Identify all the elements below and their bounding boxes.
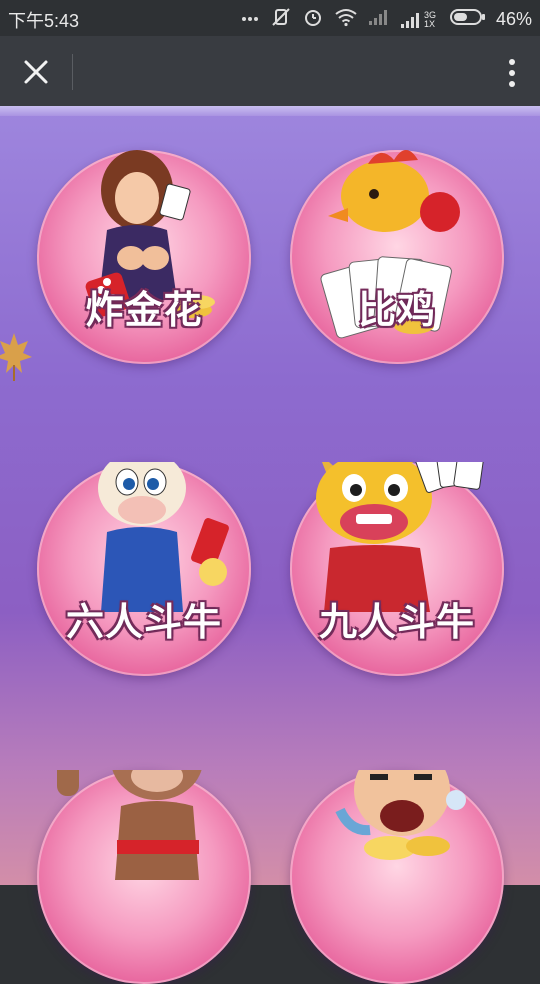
- game-card-3[interactable]: 六人斗牛: [37, 462, 251, 676]
- game-card-1[interactable]: 炸金花: [37, 150, 251, 364]
- more-vertical-icon: [506, 59, 518, 87]
- network-type-label: 3G 1X: [423, 9, 436, 29]
- status-bar: 下午5:43 3G 1X 46%: [0, 0, 540, 36]
- close-icon: [24, 60, 48, 84]
- status-icons: 3G 1X 46%: [240, 6, 532, 33]
- game-name: 六人斗牛: [65, 600, 222, 644]
- more-menu-button[interactable]: [506, 56, 518, 88]
- game-card-2[interactable]: 比鸡: [290, 150, 504, 364]
- game-card-6[interactable]: [290, 770, 504, 984]
- top-bar-divider: [72, 54, 73, 90]
- game-card-5[interactable]: [37, 770, 251, 984]
- wifi-icon: [334, 7, 358, 32]
- battery-icon: [449, 8, 486, 31]
- close-button[interactable]: [16, 52, 56, 92]
- alarm-icon: [302, 6, 324, 33]
- network-type-icon: 3G 1X: [400, 9, 440, 29]
- status-time: 下午5:43: [8, 11, 80, 31]
- game-name: 九人斗牛: [318, 600, 475, 644]
- more-dots-icon: [240, 7, 260, 32]
- game-name: 炸金花: [85, 288, 203, 332]
- signal-icon: [368, 8, 390, 31]
- muscle-bull-gold-ingot-icon: [57, 770, 202, 880]
- maple-leaf-decoration: [0, 333, 32, 381]
- vibrate-off-icon: [270, 6, 292, 33]
- battery-percent: 46%: [495, 9, 532, 29]
- man-gold-coins-icon: [335, 770, 466, 860]
- game-name: 比鸡: [357, 288, 436, 332]
- content-top-line: [0, 106, 540, 116]
- game-card-4[interactable]: 九人斗牛: [290, 462, 504, 676]
- webview-top-bar: [0, 36, 540, 106]
